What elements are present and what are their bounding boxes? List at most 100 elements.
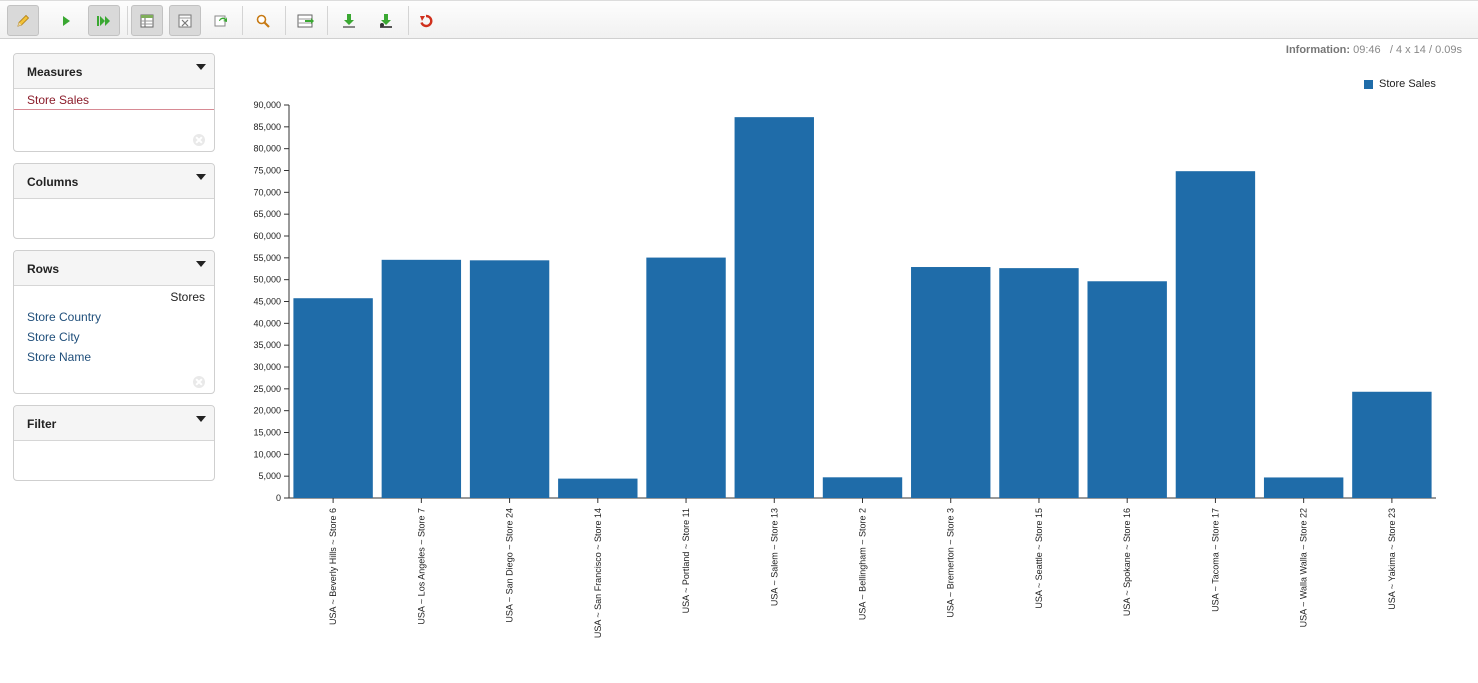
- bar-chart: 0 5,000 10,000 15,000 20,000 25,000 30,000 35,0…: [253, 100, 1436, 638]
- x-tick-label: USA ~ Walla Walla ~ Store 22: [1299, 508, 1309, 627]
- measures-panel-header[interactable]: Measures: [14, 54, 214, 89]
- undo-button[interactable]: [410, 5, 442, 36]
- x-tick-label: USA ~ San Francisco ~ Store 14: [593, 508, 603, 638]
- rows-panel-header[interactable]: Rows: [14, 251, 214, 286]
- empty-table-icon: [178, 14, 192, 27]
- info-label: Information:: [1285, 44, 1351, 56]
- undo-icon: [420, 14, 433, 27]
- export-button[interactable]: [290, 5, 322, 36]
- bar: [999, 268, 1079, 498]
- bar: [734, 117, 814, 498]
- clear-icon[interactable]: [193, 376, 205, 388]
- y-tick-label: 65,000: [253, 209, 281, 219]
- rows-title: Rows: [27, 262, 60, 276]
- y-tick-label: 50,000: [253, 275, 281, 285]
- toggle-fields-button[interactable]: [131, 5, 163, 36]
- x-tick-label: USA ~ Beverly Hills ~ Store 6: [328, 508, 338, 625]
- measure-divider: [14, 109, 214, 110]
- drillthrough-button[interactable]: [247, 5, 279, 36]
- caret-down-icon[interactable]: [196, 64, 206, 70]
- toolbar-separator: [327, 6, 328, 35]
- y-tick-label: 75,000: [253, 166, 281, 176]
- hide-empty-button[interactable]: [169, 5, 201, 36]
- y-tick-label: 15,000: [253, 428, 281, 438]
- auto-run-button[interactable]: [88, 5, 120, 36]
- magnifier-icon: [256, 14, 270, 28]
- edit-button[interactable]: [7, 5, 39, 36]
- columns-panel: Columns: [13, 163, 215, 239]
- bar: [293, 298, 373, 498]
- play-icon: [63, 15, 70, 26]
- toolbar-separator: [127, 6, 128, 35]
- bar: [469, 260, 550, 498]
- swap-axis-button[interactable]: [205, 5, 237, 36]
- toolbar-separator: [408, 6, 409, 35]
- y-tick-label: 85,000: [253, 122, 281, 132]
- level-store-city[interactable]: Store City: [27, 330, 80, 344]
- x-tick-label: USA ~ Tacoma ~ Store 17: [1210, 508, 1220, 612]
- pencil-icon: [17, 14, 30, 27]
- bar: [1175, 171, 1256, 498]
- x-tick-label: USA ~ Bremerton ~ Store 3: [946, 508, 956, 618]
- bar: [1352, 391, 1432, 498]
- x-tick-label: USA ~ Yakima ~ Store 23: [1387, 508, 1397, 610]
- download-alt-button[interactable]: [370, 5, 402, 36]
- filter-panel-header[interactable]: Filter: [14, 406, 214, 441]
- info-time: 09:46: [1353, 44, 1381, 56]
- y-tick-label: 80,000: [253, 144, 281, 154]
- bar: [1263, 477, 1344, 498]
- caret-down-icon[interactable]: [196, 416, 206, 422]
- x-tick-label: USA ~ Portland ~ Store 11: [681, 508, 691, 613]
- fast-forward-icon: [97, 15, 110, 26]
- x-tick-label: USA ~ Los Angeles ~ Store 7: [416, 508, 426, 625]
- caret-down-icon[interactable]: [196, 174, 206, 180]
- level-store-name[interactable]: Store Name: [27, 350, 91, 364]
- caret-down-icon[interactable]: [196, 261, 206, 267]
- filter-panel: Filter: [13, 405, 215, 481]
- info-size: / 4 x 14: [1389, 44, 1426, 56]
- bar: [911, 267, 991, 498]
- y-tick-label: 55,000: [253, 253, 281, 263]
- y-tick-label: 45,000: [253, 297, 281, 307]
- info-duration: / 0.09s: [1428, 44, 1462, 56]
- export-table-icon: [297, 14, 314, 27]
- bar: [381, 259, 462, 498]
- download-icon: [343, 13, 355, 28]
- x-tick-label: USA ~ Seattle ~ Store 15: [1034, 508, 1044, 609]
- y-tick-label: 35,000: [253, 340, 281, 350]
- level-store-country[interactable]: Store Country: [27, 310, 101, 324]
- x-tick-label: USA ~ San Diego ~ Store 24: [505, 508, 515, 623]
- rows-panel: Rows Stores Store Country Store City Sto…: [13, 250, 215, 394]
- download-alt-icon: [380, 13, 392, 28]
- bar: [1087, 281, 1167, 498]
- dimension-title: Stores: [170, 290, 205, 304]
- toolbar-separator: [285, 6, 286, 35]
- x-tick-label: USA ~ Bellingham ~ Store 2: [858, 508, 868, 620]
- download-button[interactable]: [333, 5, 365, 36]
- bar: [822, 477, 903, 498]
- measures-panel: Measures Store Sales: [13, 53, 215, 152]
- y-tick-label: 60,000: [253, 231, 281, 241]
- y-tick-label: 25,000: [253, 384, 281, 394]
- y-tick-label: 40,000: [253, 318, 281, 328]
- toolbar: [0, 0, 1478, 39]
- toolbar-separator: [242, 6, 243, 35]
- y-tick-label: 5,000: [258, 471, 281, 481]
- bar: [558, 478, 638, 498]
- x-tick-label: USA ~ Spokane ~ Store 16: [1122, 508, 1132, 616]
- y-tick-label: 0: [276, 493, 281, 503]
- columns-title: Columns: [27, 175, 79, 189]
- measure-item-store-sales[interactable]: Store Sales: [27, 93, 89, 107]
- y-tick-label: 70,000: [253, 187, 281, 197]
- measures-title: Measures: [27, 65, 83, 79]
- x-tick-label: USA ~ Salem ~ Store 13: [769, 508, 779, 606]
- y-tick-label: 90,000: [253, 100, 281, 110]
- filter-title: Filter: [27, 417, 57, 431]
- y-tick-label: 30,000: [253, 362, 281, 372]
- run-button[interactable]: [50, 5, 82, 36]
- bar: [646, 257, 726, 498]
- table-fields-icon: [140, 14, 154, 27]
- clear-icon[interactable]: [193, 134, 205, 146]
- columns-panel-header[interactable]: Columns: [14, 164, 214, 199]
- swap-axis-icon: [214, 15, 227, 26]
